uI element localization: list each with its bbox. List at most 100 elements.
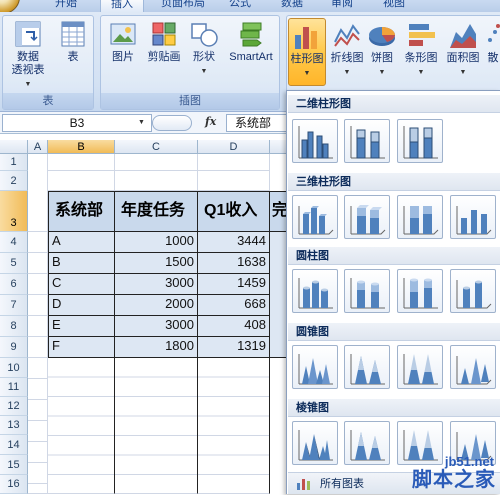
header-cell-department[interactable]: 系统部 <box>48 191 115 232</box>
3d-stacked-column-option[interactable] <box>344 195 390 239</box>
cell-c1[interactable] <box>115 154 198 171</box>
area-chart-button[interactable]: 面积图 ▼ <box>443 18 483 86</box>
table-cell[interactable]: 1500 <box>115 253 198 274</box>
percent-stacked-cone-option[interactable] <box>397 345 443 389</box>
cell-d2[interactable] <box>198 171 270 191</box>
3d-cylinder-option[interactable] <box>450 269 496 313</box>
cell-b2[interactable] <box>48 171 115 191</box>
insert-function-button[interactable]: fx <box>205 115 216 128</box>
clipart-button[interactable]: 剪贴画 <box>143 20 185 64</box>
empty-cells[interactable] <box>28 154 48 232</box>
tab-formulas[interactable]: 公式 <box>218 0 262 12</box>
picture-label: 图片 <box>112 51 134 63</box>
row-header[interactable]: 14 <box>0 435 28 455</box>
shapes-button[interactable]: 形状 ▼ <box>187 20 221 78</box>
column-chart-button[interactable]: 柱形图 ▼ <box>288 18 326 86</box>
3d-clustered-column-icon <box>298 206 334 235</box>
3d-percent-stacked-column-option[interactable] <box>397 195 443 239</box>
row-header[interactable]: 12 <box>0 397 28 416</box>
bar-chart-icon <box>409 24 435 46</box>
table-cell[interactable]: 1319 <box>198 337 270 358</box>
picture-button[interactable]: 图片 <box>105 20 141 64</box>
office-button[interactable] <box>0 0 20 12</box>
row-header[interactable]: 3 <box>0 191 28 232</box>
clustered-cone-option[interactable] <box>292 345 338 389</box>
row-header[interactable]: 8 <box>0 316 28 337</box>
table-cell[interactable]: A <box>48 232 115 253</box>
table-cell[interactable]: 1800 <box>115 337 198 358</box>
bar-chart-button[interactable]: 条形图 ▼ <box>401 18 441 86</box>
3d-column-option[interactable] <box>450 195 496 239</box>
name-box[interactable]: B3 <box>2 114 152 132</box>
table-cell[interactable]: C <box>48 274 115 295</box>
row-header[interactable]: 13 <box>0 416 28 435</box>
row-header[interactable]: 15 <box>0 455 28 475</box>
clustered-cylinder-option[interactable] <box>292 269 338 313</box>
table-cell[interactable]: 3000 <box>115 274 198 295</box>
line-chart-button[interactable]: 折线图 ▼ <box>329 18 365 86</box>
table-cell[interactable]: E <box>48 316 115 337</box>
column-header-a[interactable]: A <box>28 140 48 154</box>
stacked-cone-option[interactable] <box>344 345 390 389</box>
row-header[interactable]: 6 <box>0 274 28 295</box>
row-header[interactable]: 11 <box>0 378 28 397</box>
column-header-b[interactable]: B <box>48 140 115 154</box>
3d-clustered-column-option[interactable] <box>292 195 338 239</box>
pivot-table-button[interactable]: 数据 透视表 ▼ <box>7 20 49 91</box>
tab-view[interactable]: 视图 <box>372 0 416 12</box>
pie-chart-button[interactable]: 饼图 ▼ <box>367 18 397 86</box>
percent-stacked-column-option[interactable] <box>397 119 443 163</box>
clustered-cylinder-icon <box>298 278 333 309</box>
percent-stacked-cylinder-option[interactable] <box>397 269 443 313</box>
table-cell[interactable]: 2000 <box>115 295 198 316</box>
formula-bar-splitter[interactable] <box>152 115 192 131</box>
table-button[interactable]: 表 <box>55 20 91 64</box>
empty-cells[interactable] <box>48 358 115 494</box>
empty-cells[interactable] <box>28 232 48 494</box>
table-cell[interactable]: 668 <box>198 295 270 316</box>
table-cell[interactable]: 3444 <box>198 232 270 253</box>
table-cell[interactable]: 1638 <box>198 253 270 274</box>
table-cell[interactable]: 408 <box>198 316 270 337</box>
cell-b1[interactable] <box>48 154 115 171</box>
tab-review[interactable]: 审阅 <box>320 0 364 12</box>
table-cell[interactable]: 3000 <box>115 316 198 337</box>
scatter-chart-button[interactable]: 散 <box>485 18 500 86</box>
row-header[interactable]: 10 <box>0 358 28 378</box>
header-cell-q1-revenue[interactable]: Q1收入 <box>198 191 270 232</box>
smartart-button[interactable]: SmartArt <box>223 20 279 64</box>
tab-home[interactable]: 开始 <box>44 0 88 12</box>
column-chart-label: 柱形图 <box>290 53 324 65</box>
empty-cells[interactable] <box>115 358 198 494</box>
clustered-pyramid-option[interactable] <box>292 421 338 465</box>
row-header[interactable]: 7 <box>0 295 28 316</box>
tab-data[interactable]: 数据 <box>270 0 314 12</box>
percent-stacked-cylinder-icon <box>403 278 438 309</box>
empty-cells[interactable] <box>198 358 270 494</box>
select-all-corner[interactable] <box>0 140 28 154</box>
table-cell[interactable]: B <box>48 253 115 274</box>
column-header-c[interactable]: C <box>115 140 198 154</box>
column-header-d[interactable]: D <box>198 140 270 154</box>
row-header[interactable]: 2 <box>0 171 28 191</box>
3d-cone-option[interactable] <box>450 345 496 389</box>
stacked-column-option[interactable] <box>344 119 390 163</box>
row-header[interactable]: 5 <box>0 253 28 274</box>
clustered-column-option[interactable] <box>292 119 338 163</box>
table-cell[interactable]: D <box>48 295 115 316</box>
row-header[interactable]: 1 <box>0 154 28 171</box>
tab-page-layout[interactable]: 页面布局 <box>152 0 214 12</box>
chevron-down-icon[interactable]: ▼ <box>138 119 145 126</box>
tab-insert[interactable]: 插入 <box>100 0 144 12</box>
row-header[interactable]: 16 <box>0 475 28 494</box>
cell-c2[interactable] <box>115 171 198 191</box>
table-cell[interactable]: 1459 <box>198 274 270 295</box>
cell-d1[interactable] <box>198 154 270 171</box>
stacked-cylinder-option[interactable] <box>344 269 390 313</box>
row-header[interactable]: 4 <box>0 232 28 253</box>
illustrations-group: 图片 剪贴画 形状 ▼ SmartArt 插图 <box>100 15 280 110</box>
table-cell[interactable]: 1000 <box>115 232 198 253</box>
table-cell[interactable]: F <box>48 337 115 358</box>
header-cell-annual-target[interactable]: 年度任务 <box>115 191 198 232</box>
row-header[interactable]: 9 <box>0 337 28 358</box>
